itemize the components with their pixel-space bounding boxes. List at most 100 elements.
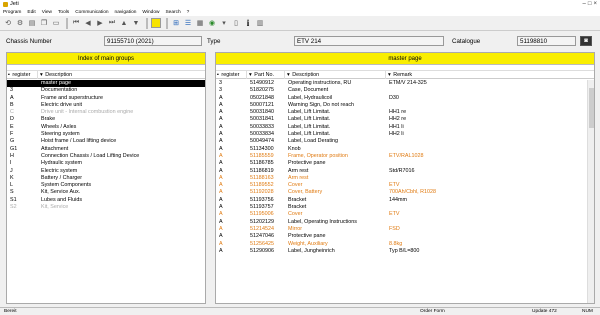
part-row[interactable]: A 51214524 Mirror FSD — [216, 226, 594, 233]
layout-icon[interactable]: ▦ — [195, 18, 205, 28]
menu-window[interactable]: Window — [142, 10, 159, 15]
phone-icon[interactable]: ▯ — [231, 18, 241, 28]
col-part-description[interactable]: ▾ Description — [286, 71, 386, 79]
col-part-register[interactable]: ▪ register — [216, 71, 247, 79]
group-description: Connection Chassis / Load Lifting Device — [41, 152, 140, 159]
col-description[interactable]: ▾ Description — [39, 71, 205, 79]
group-row[interactable]: S2 Kit, Service — [7, 204, 205, 211]
part-description: Label, Lift Limitat. — [288, 109, 331, 116]
part-row[interactable]: A 51193756 Bracket 144mm — [216, 197, 594, 204]
part-row[interactable]: A 05021848 Label, Hydraulicoil D30 — [216, 95, 594, 102]
group-row[interactable]: L System Components — [7, 182, 205, 189]
group-row[interactable]: S1 Lubes and Fluids — [7, 197, 205, 204]
part-row[interactable]: 3 51820275 Case, Document — [216, 87, 594, 94]
info-icon[interactable]: i — [243, 18, 253, 28]
menu-help[interactable]: ? — [187, 10, 190, 15]
part-row[interactable]: A 51186785 Protective pane — [216, 160, 594, 167]
settings-icon[interactable]: ⚙ — [15, 18, 25, 28]
menu-communication[interactable]: Communication — [75, 10, 108, 15]
part-row[interactable]: 3 51490912 Operating instructions, RU ETM/V… — [216, 80, 594, 87]
part-number: 51193757 — [250, 204, 274, 211]
camera-icon[interactable]: ◙ — [580, 36, 592, 46]
status-left: Bereit — [4, 309, 17, 314]
menu-navigation[interactable]: navigation — [115, 10, 137, 15]
down-icon[interactable]: ▼ — [131, 18, 141, 28]
dropdown-icon[interactable]: ▾ — [219, 18, 229, 28]
part-row[interactable]: A 51247046 Protective pane — [216, 233, 594, 240]
group-row[interactable]: J Electric system — [7, 168, 205, 175]
part-row[interactable]: A 51134300 Knob — [216, 146, 594, 153]
part-number: 51186819 — [250, 167, 274, 174]
chassis-field[interactable]: 91155710 (2021) — [104, 36, 202, 46]
maximize-icon[interactable]: □ — [588, 1, 592, 7]
part-row[interactable]: A 51186819 Arm rest Std/R7016 — [216, 168, 594, 175]
note-icon[interactable] — [151, 18, 161, 28]
group-row[interactable]: F Steering system — [7, 131, 205, 138]
previous-icon[interactable]: ◀ — [83, 18, 93, 28]
group-row[interactable]: C Drive unit - Internal combustion engine — [7, 109, 205, 116]
type-field[interactable]: ETV 214 — [294, 36, 444, 46]
menu-view[interactable]: View — [42, 10, 52, 15]
next-icon[interactable]: ▶ — [95, 18, 105, 28]
part-row[interactable]: A 50033833 Label, Lift Limitat. HH1 li — [216, 124, 594, 131]
cart-icon[interactable]: ⊞ — [171, 18, 181, 28]
part-number: 50031841 — [250, 116, 274, 123]
part-row[interactable]: A 51202129 Label, Operating Instructions — [216, 219, 594, 226]
group-row[interactable]: K Battery / Charger — [7, 175, 205, 182]
parts-scrollbar[interactable] — [587, 80, 594, 303]
up-icon[interactable]: ▲ — [119, 18, 129, 28]
group-description: master page — [41, 80, 71, 86]
menu-tools[interactable]: Tools — [58, 10, 69, 15]
part-row[interactable]: A 51256425 Weight, Auxiliary 8.8kg — [216, 241, 594, 248]
part-register: A — [219, 138, 223, 145]
parts-scroll-thumb[interactable] — [589, 88, 594, 128]
part-row[interactable]: A 51192028 Cover, Battery 700Ah/Cbhl, R1028 — [216, 189, 594, 196]
group-row[interactable]: S Kit, Service Aux. — [7, 189, 205, 196]
grid-icon[interactable]: ▥ — [255, 18, 265, 28]
part-register: A — [219, 160, 223, 167]
close-icon[interactable]: × — [593, 1, 597, 7]
group-row[interactable]: G Hoist frame / Load lifting device — [7, 138, 205, 145]
part-row[interactable]: A 50007121 Warning Sign, Do not reach — [216, 102, 594, 109]
group-row[interactable]: I Hydraulic system — [7, 160, 205, 167]
part-row[interactable]: A 51189552 Cover ETV — [216, 182, 594, 189]
part-row[interactable]: A 50033834 Label, Lift Limitat. HH2 li — [216, 131, 594, 138]
group-row[interactable]: H Connection Chassis / Load Lifting Devic… — [7, 153, 205, 160]
group-row[interactable]: A Frame and superstructure — [7, 95, 205, 102]
part-row[interactable]: A 51188163 Arm rest — [216, 175, 594, 182]
part-remark: D30 — [389, 94, 399, 101]
first-icon[interactable]: ⏮ — [71, 18, 81, 28]
part-row[interactable]: A 50049474 Label, Load Derating — [216, 138, 594, 145]
print-icon[interactable]: ▤ — [27, 18, 37, 28]
group-row[interactable]: 3 Documentation — [7, 87, 205, 94]
catalogue-field[interactable]: 51198810 — [517, 36, 576, 46]
copy-icon[interactable]: ❐ — [39, 18, 49, 28]
part-row[interactable]: A 51290906 Label, Jungheinrich Typ B/L=800 — [216, 248, 594, 255]
group-row[interactable]: E Wheels / Axles — [7, 124, 205, 131]
group-row[interactable]: master page — [7, 80, 205, 88]
back-icon[interactable]: ⟲ — [3, 18, 13, 28]
minimize-icon[interactable]: – — [583, 1, 586, 7]
part-row[interactable]: A 51185559 Frame, Operator position ETV/RAL… — [216, 153, 594, 160]
group-row[interactable]: G1 Attachment — [7, 146, 205, 153]
col-register[interactable]: ▪ register — [7, 71, 38, 79]
paste-icon[interactable]: ▭ — [51, 18, 61, 28]
menu-program[interactable]: Program — [3, 10, 21, 15]
globe-icon[interactable]: ◉ — [207, 18, 217, 28]
part-row[interactable]: A 51195006 Cover ETV — [216, 211, 594, 218]
menu-search[interactable]: Search — [165, 10, 180, 15]
list-icon[interactable]: ☰ — [183, 18, 193, 28]
part-row[interactable]: A 50031840 Label, Lift Limitat. HH1 re — [216, 109, 594, 116]
group-row[interactable]: D Brake — [7, 116, 205, 123]
last-icon[interactable]: ⏭ — [107, 18, 117, 28]
part-row[interactable]: A 51193757 Bracket — [216, 204, 594, 211]
part-description: Label, Hydraulicoil — [288, 94, 333, 101]
part-register: 3 — [219, 80, 222, 86]
col-part-no[interactable]: ▾ Part No. — [248, 71, 285, 79]
menu-edit[interactable]: Edit — [27, 10, 35, 15]
group-row[interactable]: B Electric drive unit — [7, 102, 205, 109]
part-number: 51256425 — [250, 240, 274, 247]
col-remark[interactable]: ▾ Remark — [387, 71, 587, 79]
part-row[interactable]: A 50031841 Label, Lift Limitat. HH2 re — [216, 116, 594, 123]
part-remark: Typ B/L=800 — [389, 247, 420, 254]
